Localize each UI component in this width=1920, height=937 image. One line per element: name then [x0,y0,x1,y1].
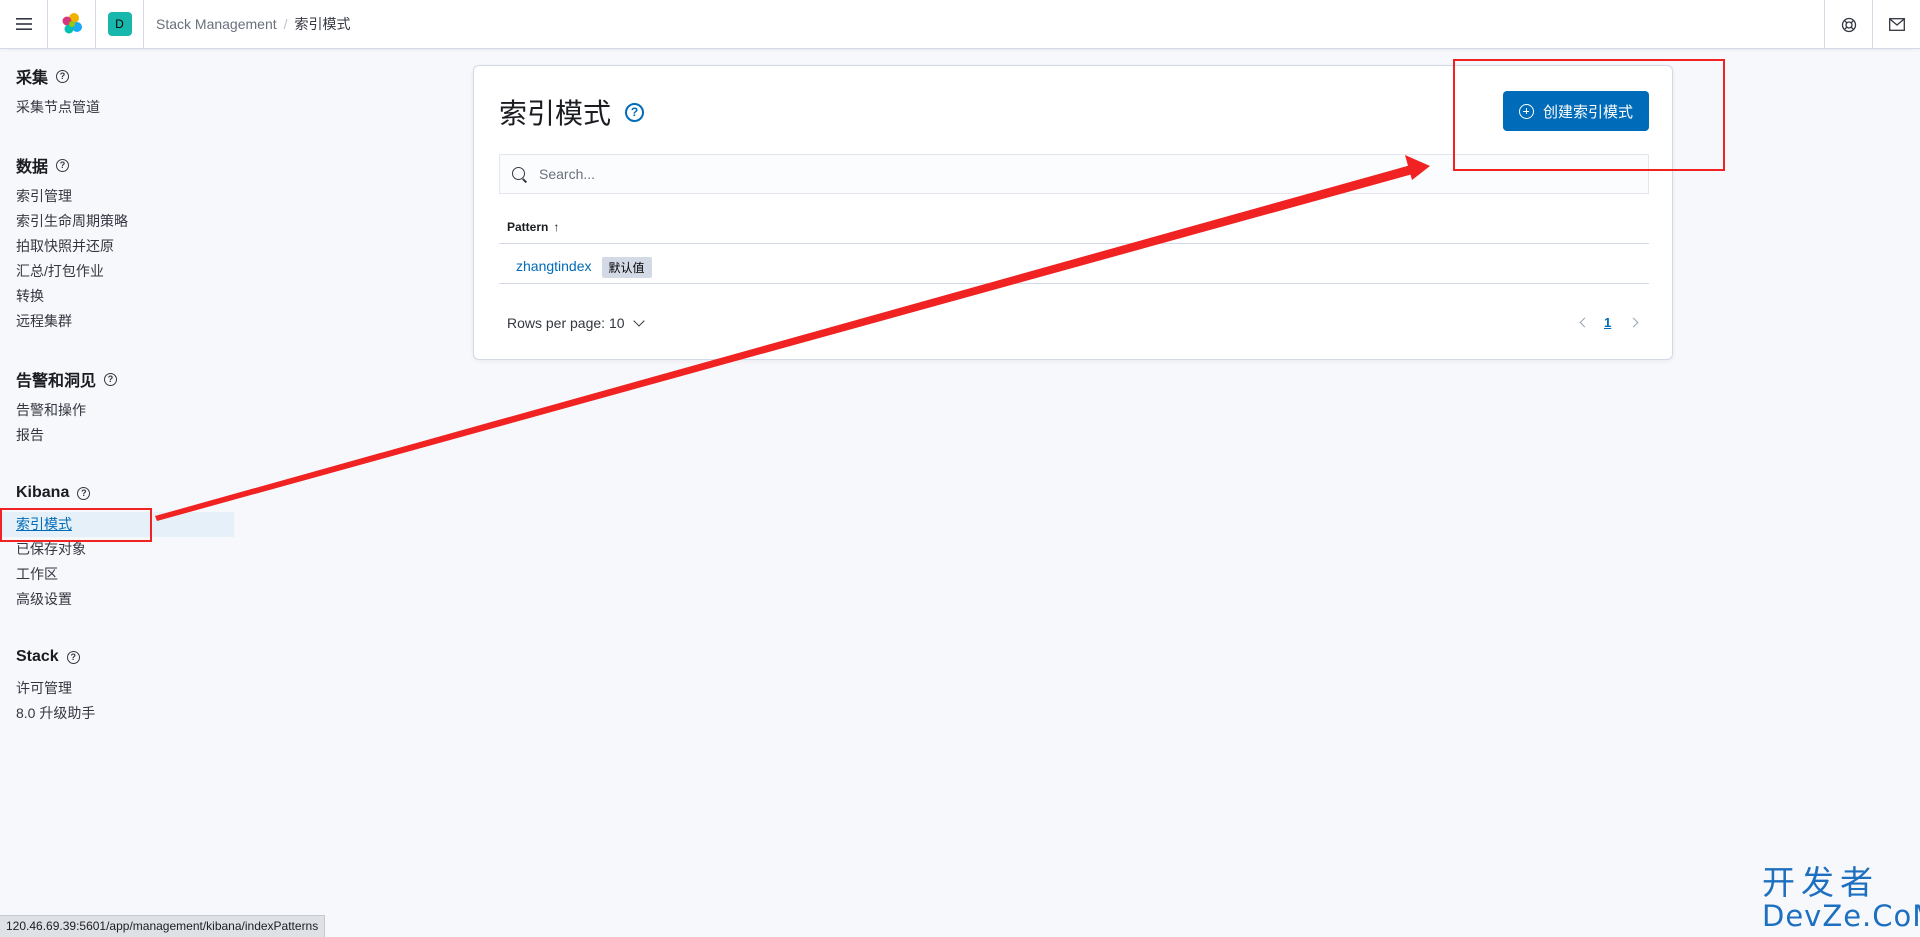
question-icon[interactable]: ? [104,372,118,386]
nav-group-title: Kibana? [16,482,234,504]
previous-page-icon[interactable] [1579,317,1590,328]
sidebar-item-remote-clusters[interactable]: 远程集群 [16,309,128,334]
rows-per-page-button[interactable]: Rows per page: 10 [507,315,645,331]
index-pattern-link[interactable]: zhangtindex [516,258,592,274]
hamburger-icon [15,18,32,30]
nav-group-title: Stack? [16,646,95,668]
menu-button[interactable] [0,0,48,49]
sidebar-item-spaces[interactable]: 工作区 [16,562,234,587]
page-number-button[interactable]: 1 [1604,315,1611,330]
page-title: 索引模式 ? [499,92,645,132]
table-header-pattern[interactable]: Pattern ↑ [499,220,1649,244]
nav-group-title-text: 采集 [16,70,49,87]
nav-group-title-text: Stack [16,648,59,665]
nav-group-data: 数据? 索引管理 索引生命周期策略 拍取快照并还原 汇总/打包作业 转换 远程集… [16,154,128,334]
nav-group-title-text: 告警和洞见 [16,373,97,390]
question-icon[interactable]: ? [66,650,80,664]
watermark-top-text: 开发者 [1762,863,1879,902]
search-icon [512,166,527,182]
sidebar-item-snapshot-restore[interactable]: 拍取快照并还原 [16,234,128,259]
help-menu-button[interactable] [1824,0,1872,49]
nav-group-ingest: 采集? 采集节点管道 [16,65,100,120]
sort-ascending-icon: ↑ [553,220,560,234]
space-selector[interactable]: D [96,0,144,49]
breadcrumb-current: 索引模式 [294,16,351,32]
sidebar-item-transforms[interactable]: 转换 [16,284,128,309]
page-title-text: 索引模式 [499,98,612,129]
nav-group-title: 数据? [16,154,128,176]
sidebar-item-ilm-policies[interactable]: 索引生命周期策略 [16,209,128,234]
mail-icon [1888,18,1905,31]
nav-group-alerts: 告警和洞见? 告警和操作 报告 [16,368,118,448]
watermark-logo: 开发者 DevZe.CoM [1762,863,1920,933]
lifebuoy-icon [1841,17,1856,32]
sidebar-item-license-management[interactable]: 许可管理 [16,676,95,701]
nav-group-title: 采集? [16,65,100,87]
question-icon[interactable]: ? [77,486,91,500]
sidebar-item-index-management[interactable]: 索引管理 [16,184,128,209]
breadcrumb-separator: / [283,16,288,32]
sidebar-item-upgrade-assistant[interactable]: 8.0 升级助手 [16,701,95,726]
column-header-label: Pattern [507,220,549,234]
rows-per-page-label: Rows per page: 10 [507,315,625,331]
top-header: D Stack Management / 索引模式 [0,0,1920,49]
watermark-bottom-text: DevZe.CoM [1762,899,1920,933]
annotation-box-create-button [1453,59,1725,171]
next-page-icon[interactable] [1628,317,1639,328]
sidebar-item-advanced-settings[interactable]: 高级设置 [16,587,234,612]
nav-group-title-text: 数据 [16,159,49,176]
question-icon[interactable]: ? [56,158,70,172]
nav-group-title-text: Kibana [16,484,70,501]
table-row: zhangtindex 默认值 [499,254,1649,284]
browser-status-url: 120.46.69.39:5601/app/management/kibana/… [0,915,326,937]
nav-group-stack: Stack? 许可管理 8.0 升级助手 [16,646,95,726]
pagination: 1 [1579,315,1639,330]
breadcrumb-stack-management[interactable]: Stack Management [156,16,277,32]
breadcrumb: Stack Management / 索引模式 [144,14,351,34]
chevron-down-icon [632,315,645,327]
sidebar-item-rollup-jobs[interactable]: 汇总/打包作业 [16,259,128,284]
news-feed-button[interactable] [1872,0,1920,49]
header-actions [1824,0,1920,49]
nav-group-title: 告警和洞见? [16,368,118,390]
elastic-logo[interactable] [48,0,96,49]
sidebar-item-alerts-actions[interactable]: 告警和操作 [16,398,117,423]
sidebar-item-ingest-pipelines[interactable]: 采集节点管道 [16,95,100,120]
elastic-logo-icon [62,13,82,34]
default-badge: 默认值 [601,257,652,278]
sidebar-item-reporting[interactable]: 报告 [16,423,117,448]
question-icon[interactable]: ? [56,69,70,83]
space-avatar: D [107,12,132,36]
annotation-box-sidebar-item [0,508,152,542]
nav-group-kibana: Kibana? 索引模式 已保存对象 工作区 高级设置 [0,482,234,612]
help-icon[interactable]: ? [625,102,645,122]
